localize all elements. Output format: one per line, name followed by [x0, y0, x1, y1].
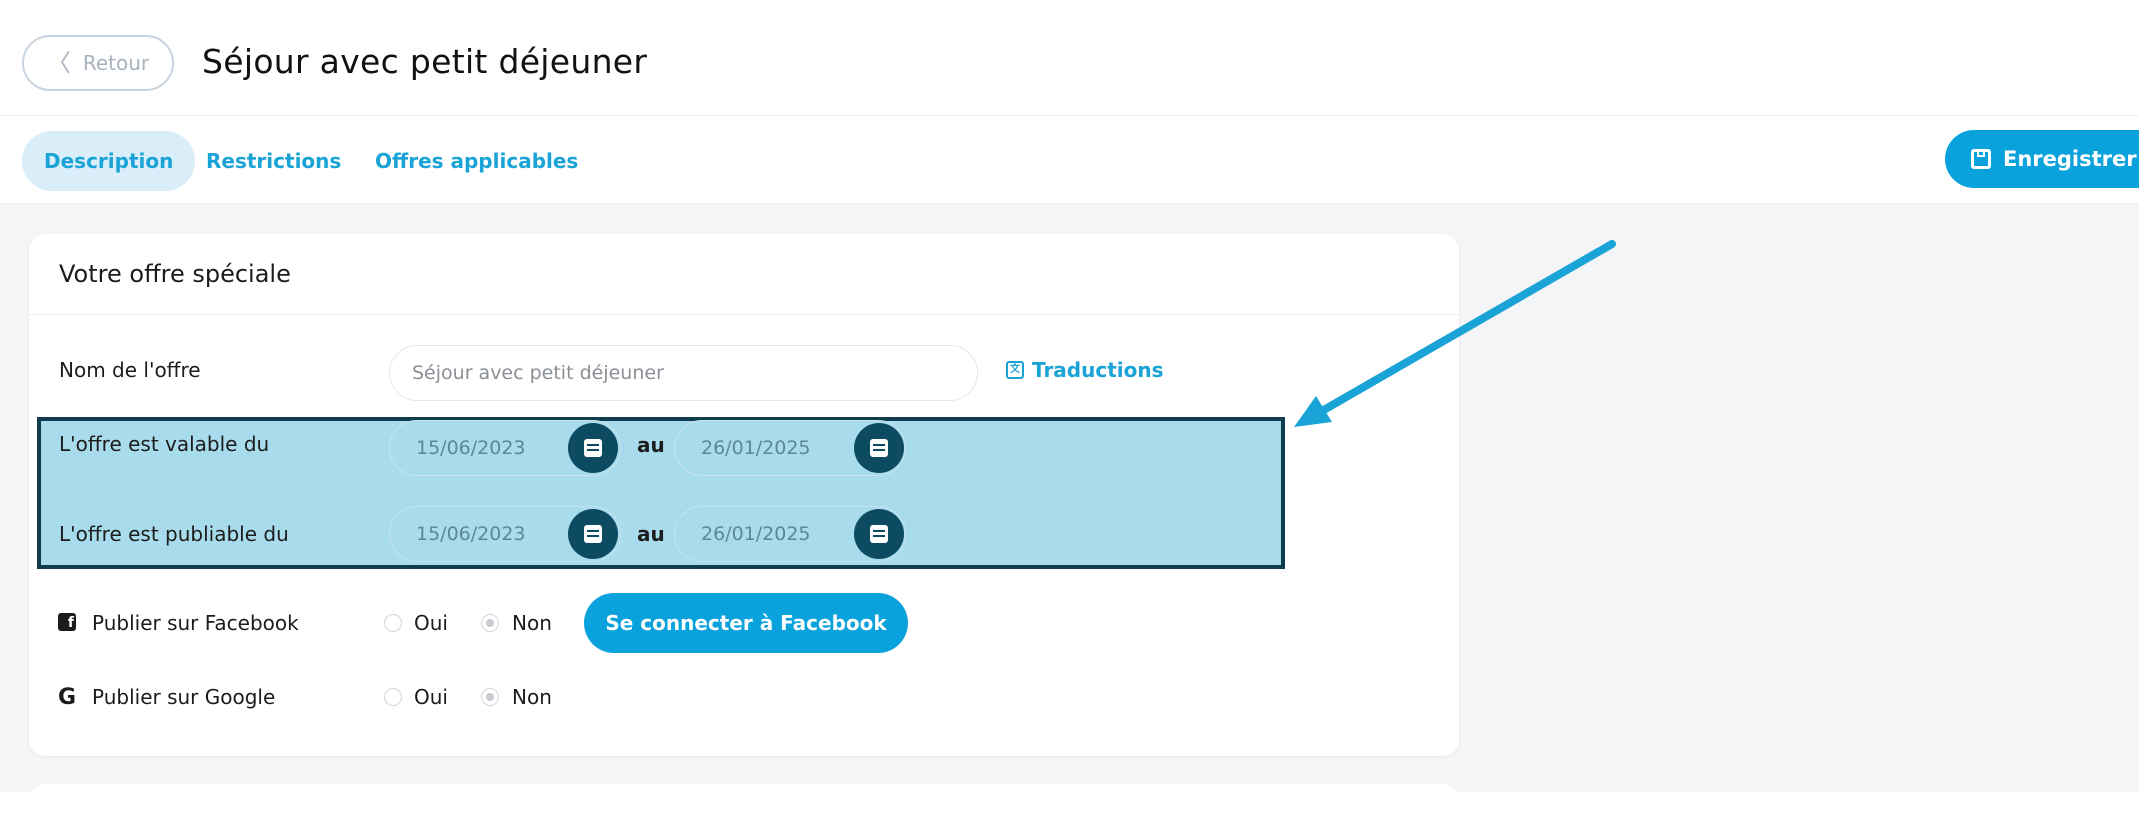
- annotation-arrow: [1294, 240, 1616, 427]
